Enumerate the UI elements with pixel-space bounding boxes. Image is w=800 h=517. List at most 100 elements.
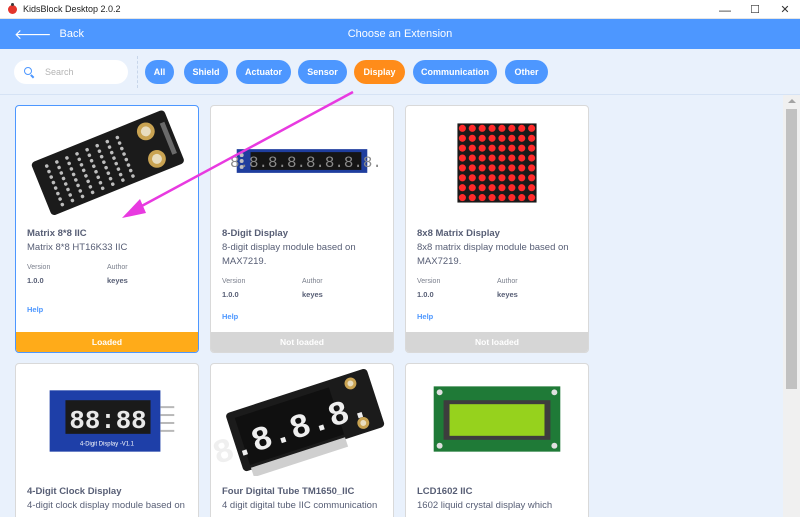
minimize-button[interactable]: —	[710, 0, 740, 19]
tag-display[interactable]: Display	[354, 60, 405, 84]
led-dot	[508, 144, 516, 152]
led-dot	[478, 124, 486, 132]
extension-card-8x8-matrix-display[interactable]: 8x8 Matrix Display 8x8 matrix display mo…	[405, 105, 589, 353]
4-digit-clock-display-image: 88:88 4-Digit Display -V1.1	[49, 390, 175, 452]
led-dot	[478, 134, 486, 142]
card-title: 4-Digit Clock Display	[27, 486, 122, 497]
maximize-button[interactable]: ☐	[740, 0, 770, 19]
led-dot	[488, 194, 496, 202]
led-dot	[508, 184, 516, 192]
help-link[interactable]: Help	[27, 305, 43, 314]
author-value: keyes	[497, 290, 518, 299]
led-dot	[518, 134, 526, 142]
led-dot	[478, 144, 486, 152]
led-dot	[458, 184, 466, 192]
help-link[interactable]: Help	[222, 312, 238, 321]
led-dot	[498, 194, 506, 202]
led-dot	[528, 184, 536, 192]
status-bar-loaded: Loaded	[16, 332, 198, 352]
led-dot	[488, 124, 496, 132]
tag-shield[interactable]: Shield	[184, 60, 228, 84]
8-digit-display-image: 8.8.8.8.8.8.8.8.	[230, 149, 382, 173]
led-dot	[528, 144, 536, 152]
led-dot	[458, 124, 466, 132]
search-icon	[24, 66, 35, 78]
help-link[interactable]: Help	[417, 312, 433, 321]
led-dot	[518, 174, 526, 182]
led-dot	[458, 194, 466, 202]
version-label: Version	[222, 278, 246, 285]
extension-card-four-digital-tube[interactable]: 8.8.8.8. Four Digital Tube TM1650_IIC 4 …	[210, 363, 394, 517]
led-dot	[528, 134, 536, 142]
led-dot	[468, 164, 476, 172]
led-dot	[468, 184, 476, 192]
led-dot	[528, 154, 536, 162]
led-dot	[488, 144, 496, 152]
search-box[interactable]	[14, 60, 128, 84]
led-dot	[498, 164, 506, 172]
extension-card-4-digit-clock-display[interactable]: 88:88 4-Digit Display -V1.1 4-Digit Cloc…	[15, 363, 199, 517]
led-dot	[458, 154, 466, 162]
led-dot	[528, 194, 536, 202]
led-dot	[458, 164, 466, 172]
extension-card-matrix-8x8-iic[interactable]: Matrix 8*8 IIC Matrix 8*8 HT16K33 IIC Ve…	[15, 105, 199, 353]
scroll-up-arrow-icon[interactable]	[788, 99, 796, 103]
led-dot	[458, 134, 466, 142]
tag-communication[interactable]: Communication	[413, 60, 497, 84]
tag-all[interactable]: All	[145, 60, 174, 84]
led-dot	[478, 184, 486, 192]
led-dot	[518, 164, 526, 172]
led-dot	[518, 194, 526, 202]
extension-card-8-digit-display[interactable]: 8.8.8.8.8.8.8.8. 8-Digit Display 8-digit…	[210, 105, 394, 353]
led-dot	[528, 164, 536, 172]
led-dot	[528, 124, 536, 132]
version-label: Version	[417, 278, 441, 285]
led-dot	[498, 134, 506, 142]
tag-actuator[interactable]: Actuator	[236, 60, 291, 84]
svg-text:8.8.8.8.8.8.8.8.: 8.8.8.8.8.8.8.8.	[230, 154, 382, 172]
matrix-8x8-module-image	[31, 110, 184, 215]
led-dot	[468, 134, 476, 142]
card-description: Matrix 8*8 HT16K33 IIC	[27, 242, 128, 253]
led-dot	[488, 174, 496, 182]
led-dot	[458, 144, 466, 152]
four-digital-tube-image: 8.8.8.8.	[211, 368, 385, 476]
card-title: 8-Digit Display	[222, 228, 288, 239]
author-value: keyes	[107, 276, 128, 285]
version-value: 1.0.0	[27, 276, 44, 285]
led-dot	[498, 174, 506, 182]
led-dot	[498, 184, 506, 192]
back-button[interactable]: 🡐 Back	[14, 19, 84, 49]
card-description: 8x8 matrix display module based on MAX72…	[417, 242, 569, 267]
filter-bar: All Shield Actuator Sensor Display Commu…	[0, 49, 800, 95]
close-button[interactable]: ✕	[770, 0, 800, 19]
card-description: 4-digit clock display module based on	[27, 500, 185, 511]
led-dot	[518, 154, 526, 162]
author-value: keyes	[302, 290, 323, 299]
card-title: Matrix 8*8 IIC	[27, 228, 87, 239]
window-titlebar: KidsBlock Desktop 2.0.2 — ☐ ✕	[0, 0, 800, 19]
scrollbar-thumb[interactable]	[786, 109, 797, 389]
page-title: Choose an Extension	[347, 28, 453, 40]
app-logo-icon	[8, 2, 17, 14]
led-dot	[468, 144, 476, 152]
led-dot	[478, 164, 486, 172]
extension-card-lcd1602-iic[interactable]: LCD1602 IIC 1602 liquid crystal display …	[405, 363, 589, 517]
led-dot	[518, 144, 526, 152]
led-dot	[508, 174, 516, 182]
back-arrow-icon: 🡐	[14, 26, 52, 42]
vertical-scrollbar[interactable]	[783, 95, 800, 517]
tag-other[interactable]: Other	[505, 60, 548, 84]
led-dot	[508, 194, 516, 202]
led-dot	[528, 174, 536, 182]
window-title: KidsBlock Desktop 2.0.2	[23, 4, 121, 14]
8x8-matrix-display-image	[457, 123, 537, 203]
version-label: Version	[27, 264, 51, 271]
led-dot	[488, 134, 496, 142]
led-dot	[508, 164, 516, 172]
search-input[interactable]	[45, 67, 115, 77]
tag-sensor[interactable]: Sensor	[298, 60, 347, 84]
led-dot	[468, 174, 476, 182]
led-dot	[468, 154, 476, 162]
header-bar: 🡐 Back Choose an Extension	[0, 19, 800, 49]
